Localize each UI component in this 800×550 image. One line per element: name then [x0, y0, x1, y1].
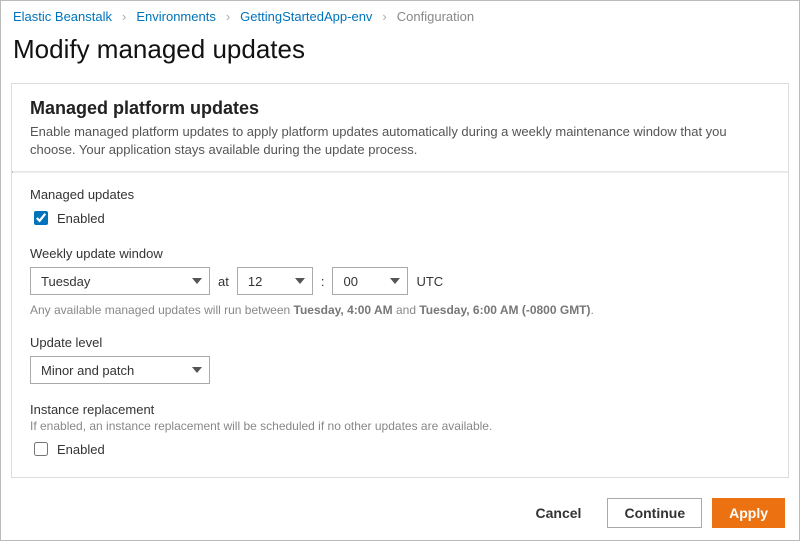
update-level-field: Update level Minor and patch [30, 335, 770, 384]
breadcrumb: Elastic Beanstalk › Environments › Getti… [1, 1, 799, 28]
tz-text: UTC [416, 274, 443, 289]
instance-replacement-subtext: If enabled, an instance replacement will… [30, 419, 770, 433]
weekly-window-minute-select[interactable]: 00 [332, 267, 408, 295]
breadcrumb-current: Configuration [397, 9, 474, 24]
apply-button[interactable]: Apply [712, 498, 785, 528]
weekly-window-field: Weekly update window Tuesday at 12 [30, 246, 770, 317]
managed-updates-field: Managed updates Enabled [30, 187, 770, 228]
managed-updates-checkbox[interactable] [34, 211, 48, 225]
weekly-window-hour-select[interactable]: 12 [237, 267, 313, 295]
panel-description: Enable managed platform updates to apply… [30, 123, 770, 159]
managed-updates-checkbox-label: Enabled [57, 211, 105, 226]
panel-heading: Managed platform updates [30, 98, 770, 119]
at-text: at [218, 274, 229, 289]
instance-replacement-checkbox[interactable] [34, 442, 48, 456]
instance-replacement-field: Instance replacement If enabled, an inst… [30, 402, 770, 459]
chevron-right-icon: › [122, 9, 126, 24]
update-level-select[interactable]: Minor and patch [30, 356, 210, 384]
instance-replacement-checkbox-label: Enabled [57, 442, 105, 457]
continue-button[interactable]: Continue [607, 498, 702, 528]
breadcrumb-link-elastic-beanstalk[interactable]: Elastic Beanstalk [13, 9, 112, 24]
weekly-window-day-select[interactable]: Tuesday [30, 267, 210, 295]
managed-updates-panel: Managed platform updates Enable managed … [11, 83, 789, 478]
chevron-right-icon: › [382, 9, 386, 24]
page-title: Modify managed updates [13, 34, 787, 65]
breadcrumb-link-environments[interactable]: Environments [136, 9, 215, 24]
instance-replacement-label: Instance replacement [30, 402, 770, 417]
colon-text: : [321, 274, 325, 289]
breadcrumb-link-env-name[interactable]: GettingStartedApp-env [240, 9, 372, 24]
managed-updates-label: Managed updates [30, 187, 770, 202]
footer-actions: Cancel Continue Apply [1, 488, 799, 540]
chevron-right-icon: › [226, 9, 230, 24]
weekly-window-label: Weekly update window [30, 246, 770, 261]
update-level-label: Update level [30, 335, 770, 350]
weekly-window-hint: Any available managed updates will run b… [30, 303, 770, 317]
cancel-button[interactable]: Cancel [520, 498, 598, 528]
